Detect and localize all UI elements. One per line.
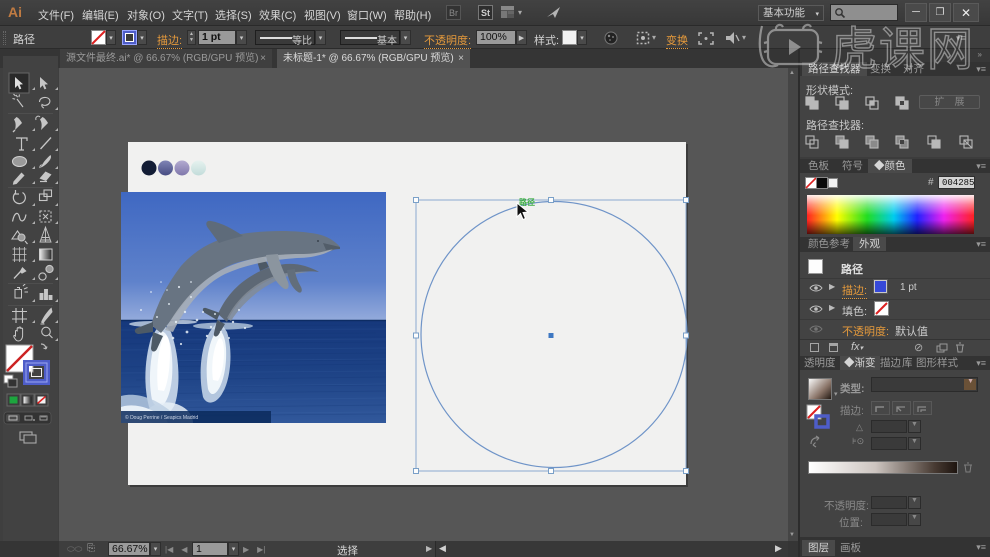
svg-text:虎课网: 虎课网 xyxy=(831,23,975,70)
svg-text:© Doug Perrine / Seapics Madri: © Doug Perrine / Seapics Madrid xyxy=(125,414,198,421)
